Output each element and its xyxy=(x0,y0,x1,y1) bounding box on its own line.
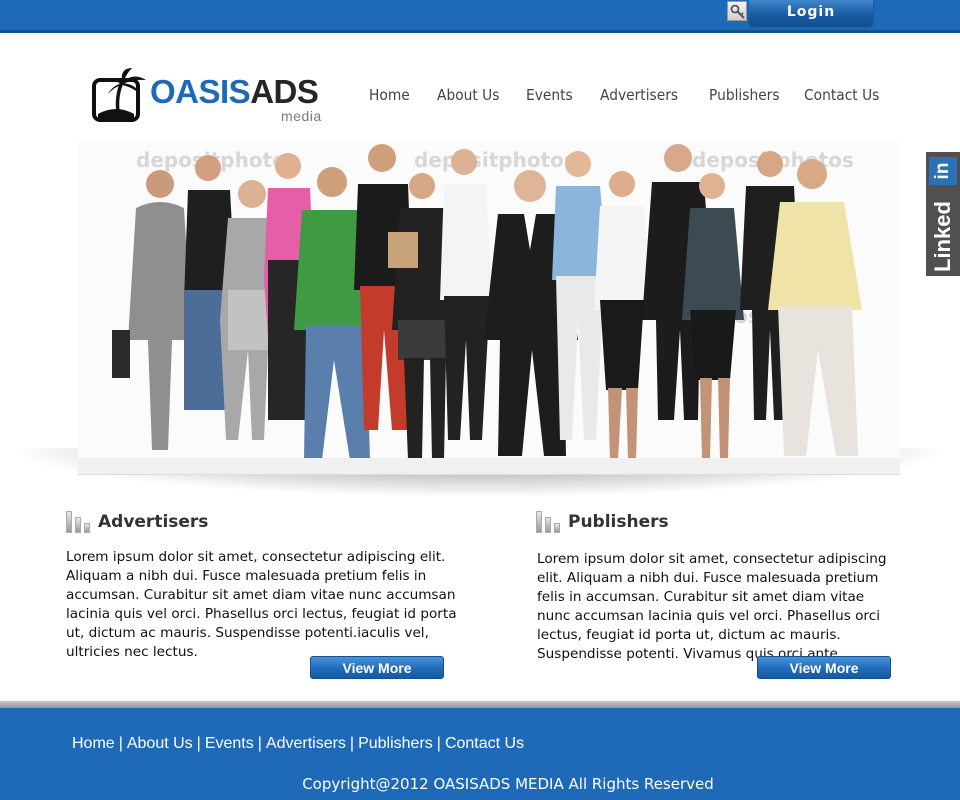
nav-events[interactable]: Events xyxy=(526,86,573,104)
logo-subtitle: media xyxy=(281,108,322,124)
footer-link-contact-us[interactable]: Contact Us xyxy=(445,735,524,752)
group-of-people-photo xyxy=(78,144,900,474)
publishers-heading: Publishers xyxy=(568,512,669,532)
logo-wordmark: OASISADS xyxy=(150,73,319,110)
footer-separator: | xyxy=(349,735,355,752)
hero-banner: depositphotos depositphotos depositphoto… xyxy=(78,140,900,475)
publishers-body: Lorem ipsum dolor sit amet, consectetur … xyxy=(537,551,887,662)
advertisers-body: Lorem ipsum dolor sit amet, consectetur … xyxy=(66,549,457,660)
publishers-view-more-button[interactable]: View More xyxy=(757,656,891,679)
nav-home[interactable]: Home xyxy=(369,86,410,104)
footer-link-publishers[interactable]: Publishers xyxy=(358,735,433,752)
footer-separator: | xyxy=(196,735,201,752)
nav-publishers[interactable]: Publishers xyxy=(709,86,780,104)
advertisers-heading: Advertisers xyxy=(98,512,209,532)
linkedin-tab[interactable]: in Linked xyxy=(926,152,960,276)
footer-nav: Home | About Us | Events | Advertisers | Publish… xyxy=(72,735,524,753)
footer-link-events[interactable]: Events xyxy=(205,735,254,752)
linkedin-label: Linked xyxy=(930,201,955,272)
site-logo[interactable]: OASISADS media xyxy=(92,66,332,126)
copyright-text: Copyright@2012 OASISADS MEDIA All Rights… xyxy=(302,775,714,793)
footer-separator: | xyxy=(118,735,123,752)
nav-contact-us[interactable]: Contact Us xyxy=(804,86,879,104)
palm-tree-icon xyxy=(92,66,146,122)
advertisers-view-more-button[interactable]: View More xyxy=(310,656,444,679)
footer-separator: | xyxy=(436,735,441,752)
bars-icon xyxy=(536,511,562,533)
login-button[interactable]: Login xyxy=(749,0,873,26)
nav-advertisers[interactable]: Advertisers xyxy=(600,86,678,104)
linkedin-icon: in xyxy=(929,157,957,185)
footer-link-home[interactable]: Home xyxy=(72,735,115,752)
bars-icon xyxy=(66,511,92,533)
key-icon[interactable] xyxy=(727,1,747,21)
footer-link-advertisers[interactable]: Advertisers xyxy=(266,735,346,752)
footer-link-about-us[interactable]: About Us xyxy=(127,735,193,752)
footer-separator: | xyxy=(257,735,262,752)
nav-about-us[interactable]: About Us xyxy=(437,86,499,104)
